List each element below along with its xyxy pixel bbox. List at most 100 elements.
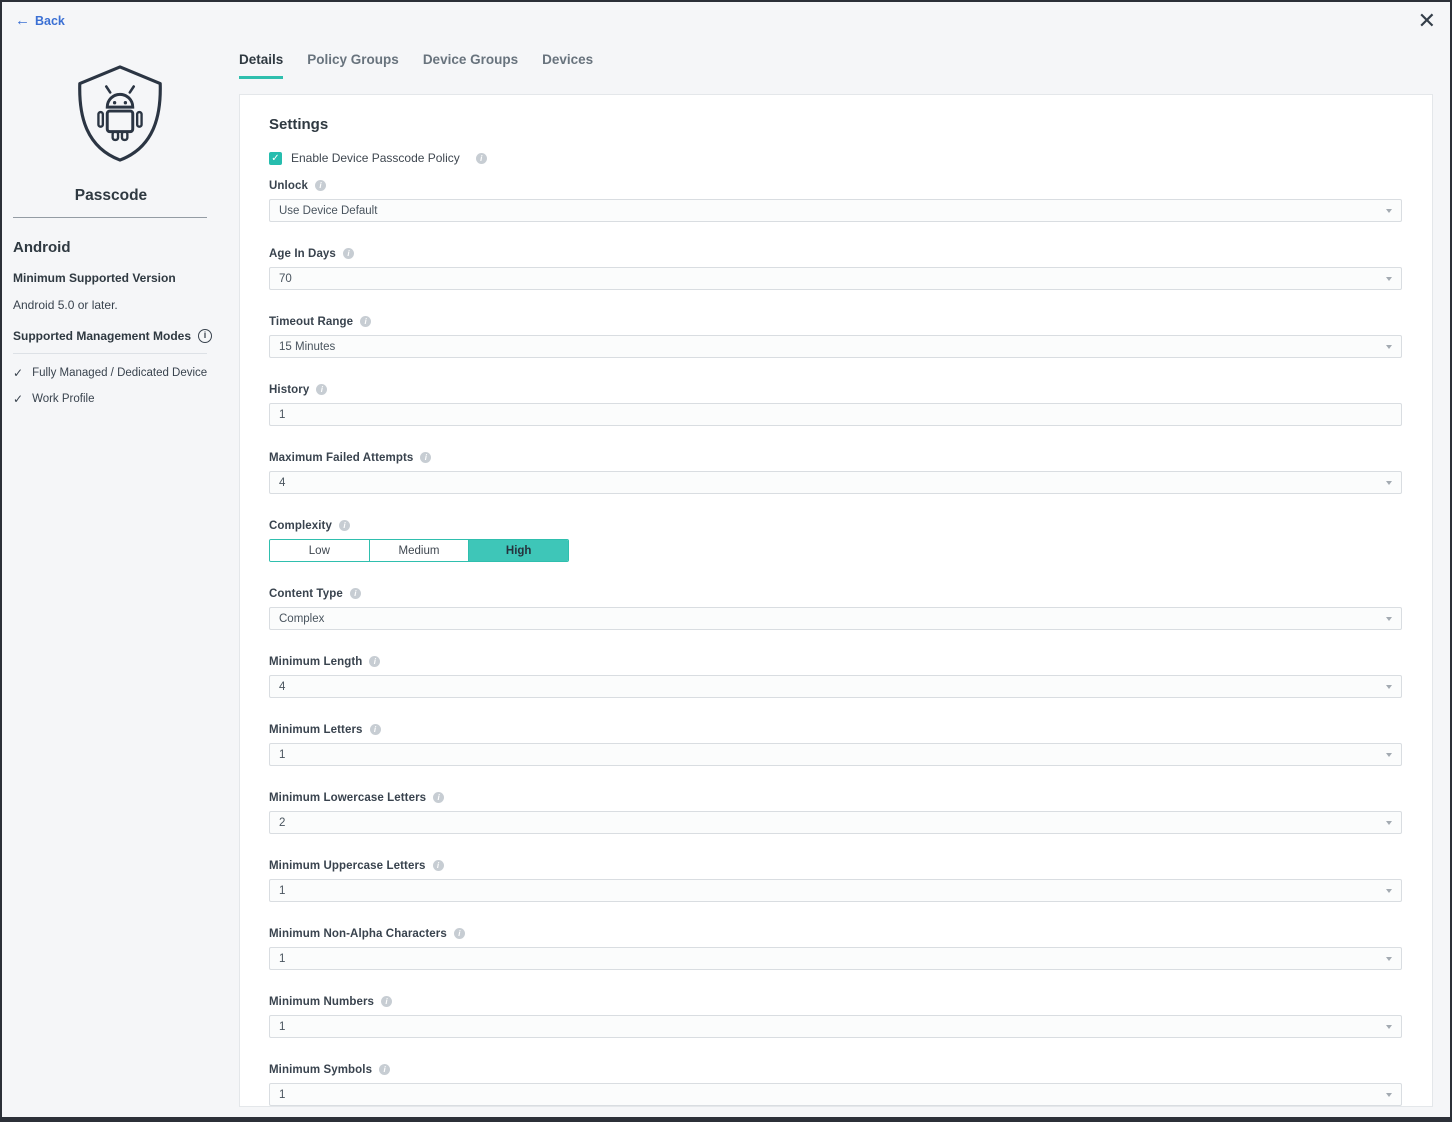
select-minimum-numbers[interactable]: 1 [269,1015,1402,1038]
field-label-history: History [269,384,309,396]
select-maximum-failed-attempts[interactable]: 4 [269,471,1402,494]
field-label-minimum-length: Minimum Length [269,656,362,668]
select-value-maximum-failed-attempts: 4 [279,477,285,489]
select-minimum-uppercase-letters[interactable]: 1 [269,879,1402,902]
info-icon[interactable] [454,928,465,939]
field-minimum-letters: Minimum Letters 1 [269,723,1402,766]
tab-bar: Details Policy Groups Device Groups Devices [239,52,593,79]
sidebar-divider [13,353,207,354]
sidebar-divider [13,217,207,218]
mode-label-work-profile: Work Profile [32,393,94,405]
info-icon[interactable] [198,329,212,343]
select-value-minimum-letters: 1 [279,749,285,761]
info-icon[interactable] [381,996,392,1007]
select-content-type[interactable]: Complex [269,607,1402,630]
field-minimum-symbols: Minimum Symbols 1 [269,1063,1402,1106]
select-minimum-letters[interactable]: 1 [269,743,1402,766]
tab-details[interactable]: Details [239,52,283,79]
input-history[interactable] [269,403,1402,426]
select-value-age-in-days: 70 [279,273,292,285]
info-icon[interactable] [343,248,354,259]
select-minimum-non-alpha-characters[interactable]: 1 [269,947,1402,970]
field-content-type: Content Type Complex [269,587,1402,630]
info-icon[interactable] [316,384,327,395]
info-icon[interactable] [339,520,350,531]
select-minimum-lowercase-letters[interactable]: 2 [269,811,1402,834]
info-icon[interactable] [360,316,371,327]
select-value-minimum-non-alpha-characters: 1 [279,953,285,965]
field-label-unlock: Unlock [269,180,308,192]
select-minimum-length[interactable]: 4 [269,675,1402,698]
info-icon[interactable] [379,1064,390,1075]
policy-name: Passcode [13,187,209,205]
field-minimum-lowercase-letters: Minimum Lowercase Letters 2 [269,791,1402,834]
select-value-unlock: Use Device Default [279,205,377,217]
info-icon[interactable] [420,452,431,463]
field-minimum-uppercase-letters: Minimum Uppercase Letters 1 [269,859,1402,902]
field-timeout-range: Timeout Range 15 Minutes [269,315,1402,358]
info-icon[interactable] [315,180,326,191]
field-label-minimum-numbers: Minimum Numbers [269,996,374,1008]
info-icon[interactable] [433,792,444,803]
field-unlock: Unlock Use Device Default [269,179,1402,222]
tab-devices[interactable]: Devices [542,52,593,79]
field-maximum-failed-attempts: Maximum Failed Attempts 4 [269,451,1402,494]
select-value-minimum-lowercase-letters: 2 [279,817,285,829]
select-value-timeout-range: 15 Minutes [279,341,335,353]
segment-medium[interactable]: Medium [369,540,469,561]
field-label-minimum-uppercase-letters: Minimum Uppercase Letters [269,860,426,872]
segmented-complexity: LowMediumHigh [269,539,569,562]
check-icon: ✓ [13,366,23,380]
android-passcode-shield-icon [66,62,174,169]
chevron-down-icon [1386,209,1392,213]
info-icon[interactable] [369,656,380,667]
chevron-down-icon [1386,1025,1392,1029]
management-modes-label: Supported Management Modes [13,329,191,343]
close-icon[interactable]: ✕ [1414,8,1440,34]
segment-high[interactable]: High [468,540,568,561]
chevron-down-icon [1386,889,1392,893]
platform-title: Android [13,239,221,256]
management-mode-item: ✓ Work Profile [13,392,221,406]
field-label-timeout-range: Timeout Range [269,316,353,328]
chevron-down-icon [1386,617,1392,621]
sidebar: Passcode Android Minimum Supported Versi… [2,2,232,1117]
info-icon[interactable] [433,860,444,871]
field-history: History [269,383,1402,426]
mode-label-fully-managed-dedicated-device: Fully Managed / Dedicated Device [32,367,207,379]
field-label-complexity: Complexity [269,520,332,532]
field-label-minimum-letters: Minimum Letters [269,724,363,736]
chevron-down-icon [1386,481,1392,485]
enable-passcode-policy-row: Enable Device Passcode Policy [269,151,1402,165]
select-value-minimum-numbers: 1 [279,1021,285,1033]
enable-passcode-checkbox[interactable] [269,152,282,165]
info-icon[interactable] [370,724,381,735]
field-minimum-length: Minimum Length 4 [269,655,1402,698]
select-age-in-days[interactable]: 70 [269,267,1402,290]
check-icon: ✓ [13,392,23,406]
field-label-age-in-days: Age In Days [269,248,336,260]
management-modes-list: ✓ Fully Managed / Dedicated Device ✓ Wor… [13,366,221,406]
tab-device-groups[interactable]: Device Groups [423,52,518,79]
policy-detail-window: ← Back ✕ Passcode Android Minimu [0,0,1452,1122]
field-label-minimum-lowercase-letters: Minimum Lowercase Letters [269,792,426,804]
chevron-down-icon [1386,277,1392,281]
field-label-minimum-symbols: Minimum Symbols [269,1064,372,1076]
field-label-maximum-failed-attempts: Maximum Failed Attempts [269,452,413,464]
select-unlock[interactable]: Use Device Default [269,199,1402,222]
select-value-content-type: Complex [279,613,324,625]
segment-low[interactable]: Low [270,540,369,561]
field-complexity: Complexity LowMediumHigh [269,519,1402,562]
select-value-minimum-uppercase-letters: 1 [279,885,285,897]
info-icon[interactable] [350,588,361,599]
chevron-down-icon [1386,1093,1392,1097]
field-minimum-non-alpha-characters: Minimum Non-Alpha Characters 1 [269,927,1402,970]
tab-policy-groups[interactable]: Policy Groups [307,52,399,79]
select-minimum-symbols[interactable]: 1 [269,1083,1402,1106]
field-label-minimum-non-alpha-characters: Minimum Non-Alpha Characters [269,928,447,940]
info-icon[interactable] [476,153,487,164]
min-version-label: Minimum Supported Version [13,271,221,285]
settings-title: Settings [269,116,1402,133]
chevron-down-icon [1386,753,1392,757]
select-timeout-range[interactable]: 15 Minutes [269,335,1402,358]
